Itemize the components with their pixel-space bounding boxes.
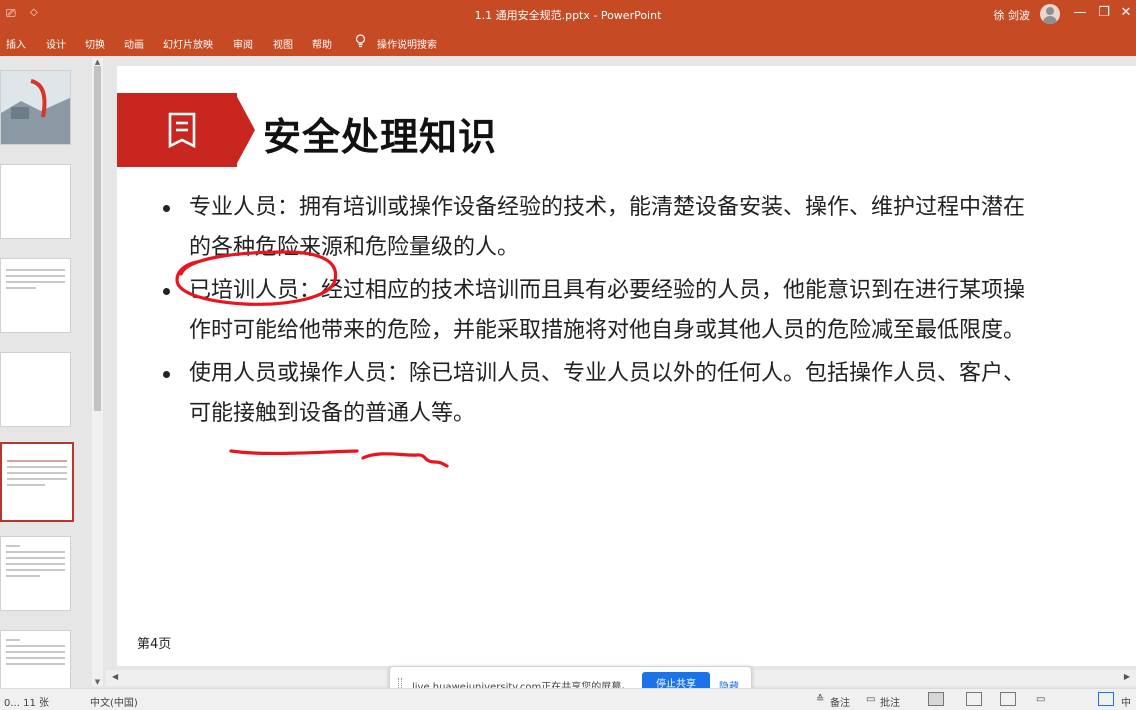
- restore-icon[interactable]: ❐: [1094, 4, 1114, 22]
- tab-slideshow[interactable]: 幻灯片放映: [163, 36, 213, 51]
- bullet-line: 可能接触到设备的普通人等。: [189, 401, 476, 426]
- document-icon: [168, 112, 196, 148]
- bullet-item: 已培训人员：经过相应的技术培训而且具有必要经验的人员，他能意识到在进行某项操 作…: [157, 271, 1132, 351]
- bullet-list: 专业人员：拥有培训或操作设备经验的技术，能清楚设备安装、操作、维护过程中潜在 的…: [157, 188, 1132, 437]
- comments-button[interactable]: 批注: [880, 694, 900, 709]
- bullet-line: 已培训人员：经过相应的技术培训而且具有必要经验的人员，他能意识到在进行某项操: [189, 278, 1026, 303]
- tab-animations[interactable]: 动画: [124, 36, 144, 51]
- zoom-label[interactable]: 中: [1121, 694, 1131, 709]
- bullet-line: 的各种危险来源和危险量级的人。: [189, 235, 520, 260]
- cover-image-icon: [1, 71, 70, 144]
- scroll-down-icon[interactable]: ▼: [92, 678, 103, 686]
- title-bar: ⎚ ◇ 1.1 通用安全规范.pptx - PowerPoint 徐 剑波 — …: [0, 0, 1136, 28]
- bullet-dot: [163, 288, 170, 295]
- comments-icon[interactable]: ▭: [866, 694, 875, 705]
- slide-thumbnail[interactable]: [0, 258, 71, 333]
- scroll-left-icon[interactable]: ◀: [112, 672, 118, 681]
- tab-insert[interactable]: 插入: [6, 36, 26, 51]
- slide-canvas[interactable]: 安全处理知识 专业人员：拥有培训或操作设备经验的技术，能清楚设备安装、操作、维护…: [117, 66, 1136, 666]
- ink-underline: [361, 452, 449, 468]
- tell-me-search[interactable]: 操作说明搜索: [377, 36, 437, 51]
- slide-sorter-icon[interactable]: [966, 692, 982, 706]
- slide-thumbnail[interactable]: [0, 70, 71, 145]
- tab-view[interactable]: 视图: [273, 36, 293, 51]
- slide-thumbnail[interactable]: [0, 352, 71, 427]
- language-indicator[interactable]: 中文(中国): [90, 694, 138, 709]
- page-number: 第4页: [137, 637, 172, 652]
- user-name[interactable]: 徐 剑波: [994, 7, 1031, 23]
- notes-button[interactable]: 备注: [830, 694, 850, 709]
- tab-help[interactable]: 帮助: [312, 36, 332, 51]
- tab-design[interactable]: 设计: [46, 36, 66, 51]
- bullet-item: 使用人员或操作人员：除已培训人员、专业人员以外的任何人。包括操作人员、客户、 可…: [157, 354, 1132, 434]
- bullet-item: 专业人员：拥有培训或操作设备经验的技术，能清楚设备安装、操作、维护过程中潜在 的…: [157, 188, 1132, 268]
- scroll-up-icon[interactable]: ▲: [92, 58, 103, 66]
- bullet-dot: [163, 205, 170, 212]
- chevron-right-icon: [228, 93, 244, 167]
- normal-view-icon[interactable]: [928, 692, 944, 706]
- bullet-line: 专业人员：拥有培训或操作设备经验的技术，能清楚设备安装、操作、维护过程中潜在: [189, 195, 1026, 220]
- tab-transitions[interactable]: 切换: [85, 36, 105, 51]
- status-bar: 0... 11 张 中文(中国) ≙ 备注 ▭ 批注 ▭ 中: [0, 688, 1136, 710]
- bullet-line: 作时可能给他带来的危险，并能采取措施将对他自身或其他人员的危险减至最低限度。: [189, 318, 1026, 343]
- lightbulb-icon: [355, 34, 366, 48]
- minimize-icon[interactable]: —: [1070, 4, 1090, 22]
- fit-window-icon[interactable]: [1098, 692, 1114, 706]
- slide-thumbnail-current[interactable]: [0, 442, 74, 522]
- slide-thumbnail-pane: [0, 56, 106, 705]
- scrollbar-handle[interactable]: [94, 66, 101, 411]
- ink-underline: [229, 449, 359, 456]
- bullet-line: 使用人员或操作人员：除已培训人员、专业人员以外的任何人。包括操作人员、客户、: [189, 361, 1026, 386]
- close-icon[interactable]: ✕: [1116, 4, 1136, 22]
- ribbon-tab-bar: 插入 设计 切换 动画 幻灯片放映 审阅 视图 帮助 操作说明搜索: [0, 28, 1136, 56]
- thumbnail-scrollbar[interactable]: ▲ ▼: [92, 58, 103, 686]
- slide-thumbnail[interactable]: [0, 536, 71, 611]
- tab-review[interactable]: 审阅: [233, 36, 253, 51]
- slide-title: 安全处理知识: [263, 115, 498, 159]
- bullet-dot: [163, 371, 170, 378]
- document-title: 1.1 通用安全规范.pptx - PowerPoint: [474, 9, 662, 22]
- scroll-right-icon[interactable]: ▶: [1124, 672, 1130, 681]
- notes-icon[interactable]: ≙: [816, 694, 824, 705]
- user-avatar[interactable]: [1040, 4, 1060, 24]
- slideshow-view-icon[interactable]: ▭: [1036, 694, 1045, 705]
- slide-counter: 0... 11 张: [4, 698, 49, 709]
- slide-thumbnail[interactable]: [0, 164, 71, 239]
- reading-view-icon[interactable]: [1000, 692, 1016, 706]
